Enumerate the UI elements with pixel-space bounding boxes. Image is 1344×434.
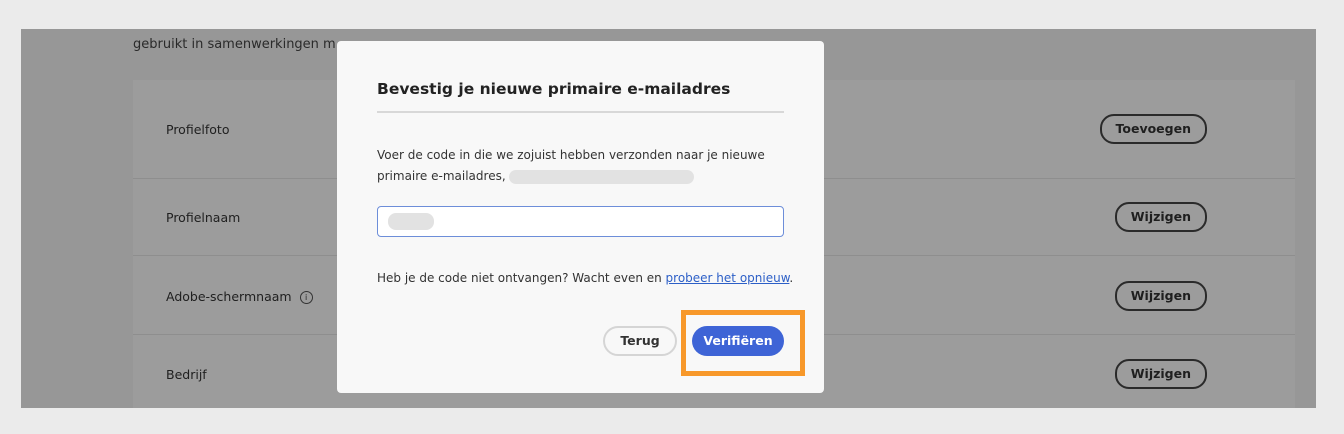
back-button[interactable]: Terug xyxy=(603,326,677,356)
edit-screen-name-button[interactable]: Wijzigen xyxy=(1114,281,1207,311)
divider xyxy=(377,111,784,113)
highlight-box xyxy=(681,310,805,376)
edit-name-button[interactable]: Wijzigen xyxy=(1114,202,1207,232)
edit-company-button[interactable]: Wijzigen xyxy=(1114,359,1207,389)
info-icon[interactable]: i xyxy=(299,291,313,304)
redacted-email xyxy=(509,169,695,184)
retry-link[interactable]: probeer het opnieuw xyxy=(666,271,790,285)
dialog-title: Bevestig je nieuwe primaire e-mailadres xyxy=(377,80,731,98)
row-label: Profielfoto xyxy=(166,122,230,137)
intro-text: gebruikt in samenwerkingen m xyxy=(133,37,336,52)
row-label: Adobe-schermnaam xyxy=(166,289,292,304)
row-label: Profielnaam xyxy=(166,210,241,225)
dialog-description: Voer de code in die we zojuist hebben ve… xyxy=(377,148,765,184)
resend-text: Heb je de code niet ontvangen? Wacht eve… xyxy=(377,271,794,285)
add-photo-button[interactable]: Toevoegen xyxy=(1099,114,1207,144)
redacted-code xyxy=(388,213,434,230)
code-input[interactable] xyxy=(377,206,784,237)
row-label: Bedrijf xyxy=(166,367,207,382)
